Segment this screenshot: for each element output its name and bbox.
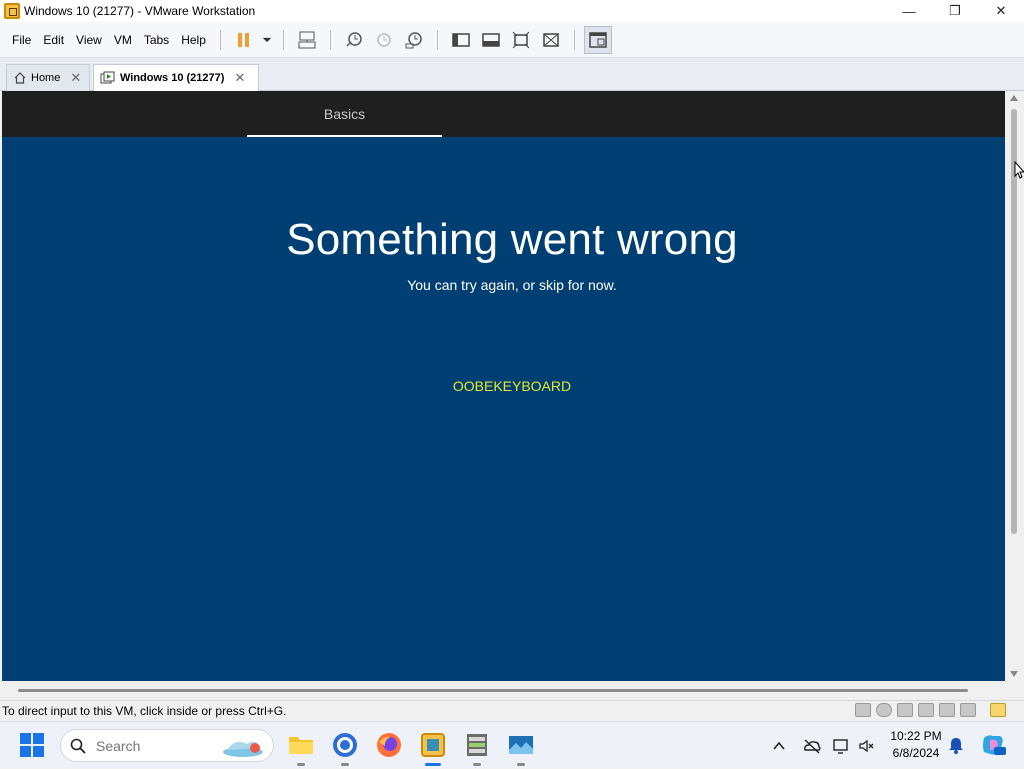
pause-vm-icon[interactable] [230, 26, 258, 54]
menu-tabs[interactable]: Tabs [138, 22, 175, 58]
toolbar-separator [436, 29, 438, 50]
menu-file[interactable]: File [6, 22, 37, 58]
message-log-icon[interactable] [990, 703, 1006, 717]
show-library-icon[interactable] [447, 26, 475, 54]
volume-muted-icon[interactable] [858, 737, 876, 755]
scroll-up-icon[interactable] [1010, 95, 1018, 101]
menu-help[interactable]: Help [175, 22, 212, 58]
show-hidden-icons-icon[interactable] [770, 737, 788, 755]
network-icon[interactable] [832, 737, 850, 755]
toolbar-separator [219, 29, 221, 50]
snapshot-manager-icon[interactable] [400, 26, 428, 54]
clock-date: 6/8/2024 [892, 746, 940, 760]
tab-home[interactable]: Home ✕ [6, 64, 90, 91]
close-button[interactable]: ✕ [978, 0, 1024, 22]
network-adapter-icon[interactable] [897, 703, 913, 717]
oobe-error-subtitle: You can try again, or skip for now. [407, 277, 617, 293]
show-thumbnail-bar-icon[interactable] [477, 26, 505, 54]
scroll-down-icon[interactable] [1010, 671, 1018, 677]
oobe-tab-basics: Basics [323, 106, 366, 122]
printer-icon[interactable] [918, 703, 934, 717]
home-icon [13, 71, 27, 85]
oobe-header-bar: Basics [2, 91, 1005, 137]
menu-bar: File Edit View VM Tabs Help [0, 22, 1024, 58]
oobe-error-code: OOBEKEYBOARD [452, 378, 572, 394]
taskbar-clock[interactable]: 10:22 PM 6/8/2024 [878, 728, 954, 762]
unity-mode-icon[interactable] [537, 26, 565, 54]
start-icon[interactable] [20, 733, 44, 757]
menu-view[interactable]: View [70, 22, 108, 58]
firefox-icon[interactable] [374, 730, 404, 760]
toolbar-separator [282, 29, 284, 50]
system-tray [770, 722, 876, 769]
window-controls: — ❐ ✕ [886, 0, 1024, 22]
hard-disk-icon[interactable] [855, 703, 871, 717]
notification-bell-icon[interactable] [948, 736, 964, 754]
oobe-tab-underline [247, 135, 442, 137]
cd-dvd-icon[interactable] [876, 703, 892, 717]
search-input[interactable] [96, 737, 216, 754]
search-icon [70, 738, 86, 754]
pause-dropdown-icon[interactable] [260, 26, 274, 54]
clock-time: 10:22 PM [890, 729, 942, 743]
snapshot-take-icon[interactable] [340, 26, 368, 54]
tab-windows-10[interactable]: Windows 10 (21277) ✕ [93, 64, 259, 91]
search-highlight-icon [223, 741, 263, 757]
oobe-error-heading: Something went wrong [286, 215, 738, 264]
vm-console-display[interactable]: Basics Something went wrong You can try … [2, 91, 1005, 681]
vm-tab-bar: Home ✕ Windows 10 (21277) ✕ [0, 59, 1024, 91]
taskbar-search-box[interactable] [60, 729, 274, 762]
file-explorer-icon[interactable] [286, 730, 316, 766]
vmware-icon[interactable] [418, 730, 448, 766]
tab-home-label: Home [31, 72, 61, 84]
minimize-button[interactable]: — [886, 0, 932, 22]
horizontal-scroll-thumb[interactable] [18, 689, 968, 692]
mouse-cursor-icon [1014, 161, 1024, 179]
windows-taskbar: 10:22 PM 6/8/2024 [0, 721, 1024, 768]
full-screen-icon[interactable] [507, 26, 535, 54]
menu-vm[interactable]: VM [108, 22, 138, 58]
copilot-icon[interactable] [980, 732, 1006, 758]
horizontal-scrollbar[interactable] [0, 681, 1024, 700]
sound-card-icon[interactable] [939, 703, 955, 717]
menu-edit[interactable]: Edit [37, 22, 70, 58]
toolbar-separator [573, 29, 575, 50]
console-view-icon[interactable] [583, 25, 612, 54]
snapshot-revert-icon[interactable] [370, 26, 398, 54]
photos-icon[interactable] [506, 730, 536, 766]
tab-home-close-icon[interactable]: ✕ [70, 70, 81, 86]
window-title: Windows 10 (21277) - VMware Workstation [24, 4, 256, 18]
terminal-icon[interactable] [462, 730, 492, 766]
device-status-icons [850, 703, 1006, 717]
onedrive-sync-icon[interactable] [802, 737, 822, 755]
tab-windows-10-label: Windows 10 (21277) [120, 72, 225, 84]
vmware-app-icon [4, 3, 20, 19]
toolbar-separator [329, 29, 331, 50]
status-message: To direct input to this VM, click inside… [2, 704, 287, 718]
tab-windows-10-close-icon[interactable]: ✕ [234, 70, 245, 86]
status-bar: To direct input to this VM, click inside… [0, 700, 1024, 721]
display-icon[interactable] [960, 703, 976, 717]
window-title-bar: Windows 10 (21277) - VMware Workstation … [0, 0, 1024, 22]
chrome-icon[interactable] [330, 730, 360, 766]
send-ctrl-alt-del-icon[interactable] [293, 26, 321, 54]
vm-running-icon [100, 71, 116, 85]
maximize-button[interactable]: ❐ [932, 0, 978, 22]
